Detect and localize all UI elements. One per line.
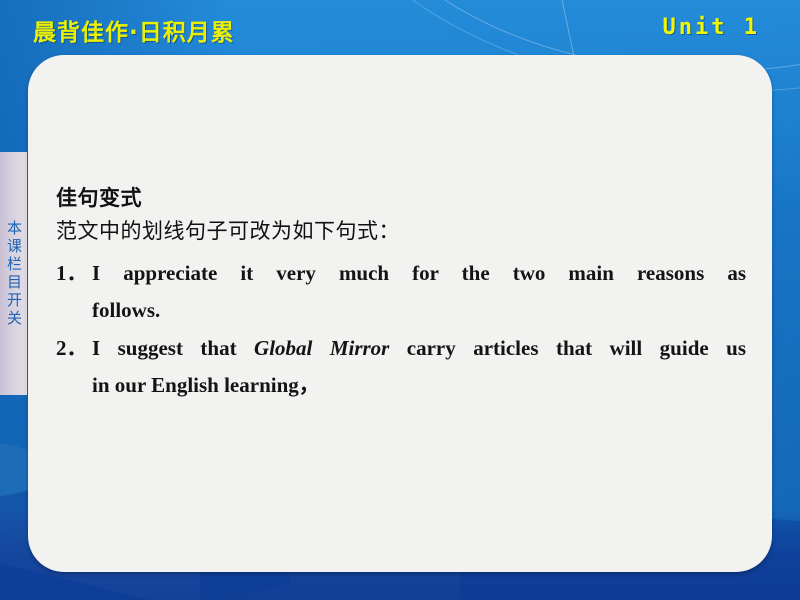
list-item: 1． I appreciate it very much for the two…: [56, 255, 746, 330]
list-item-number: 1．: [56, 261, 88, 286]
list-item-line: I appreciate it very much for the two ma…: [92, 261, 746, 286]
side-tab[interactable]: 本课栏目开关: [0, 152, 27, 395]
sentence-list: 1． I appreciate it very much for the two…: [56, 255, 746, 405]
list-item-line: I suggest that Global Mirror carry artic…: [92, 330, 746, 367]
section-heading: 佳句变式: [56, 186, 142, 210]
list-item-body: I suggest that Global Mirror carry artic…: [92, 330, 746, 405]
slide-canvas: 晨背佳作·日积月累 Unit 1 本课栏目开关 佳句变式 范文中的划线句子可改为…: [0, 0, 800, 600]
side-tab-label: 本课栏目开关: [5, 219, 23, 328]
slide-header: 晨背佳作·日积月累 Unit 1: [0, 0, 800, 58]
list-item-number: 2．: [56, 335, 88, 360]
list-item-line-segment-before: I suggest that: [92, 335, 255, 360]
content-panel: 佳句变式 范文中的划线句子可改为如下句式： 1． I appreciate it…: [28, 55, 772, 572]
list-item-line-segment-after: carry articles that will guide us: [389, 335, 746, 360]
list-item-line: in our English learning，: [92, 373, 320, 398]
publication-title-italic: Global Mirror: [254, 335, 390, 360]
content-panel-inner: 佳句变式 范文中的划线句子可改为如下句式： 1． I appreciate it…: [28, 55, 772, 572]
header-unit-label: Unit 1: [662, 15, 760, 40]
list-item-line: follows.: [92, 298, 161, 323]
section-subheading: 范文中的划线句子可改为如下句式：: [56, 219, 400, 244]
content-body: 佳句变式 范文中的划线句子可改为如下句式： 1． I appreciate it…: [56, 183, 746, 405]
list-item-body: I appreciate it very much for the two ma…: [92, 255, 746, 330]
list-item: 2． I suggest that Global Mirror carry ar…: [56, 330, 746, 405]
header-title: 晨背佳作·日积月累: [33, 20, 235, 46]
